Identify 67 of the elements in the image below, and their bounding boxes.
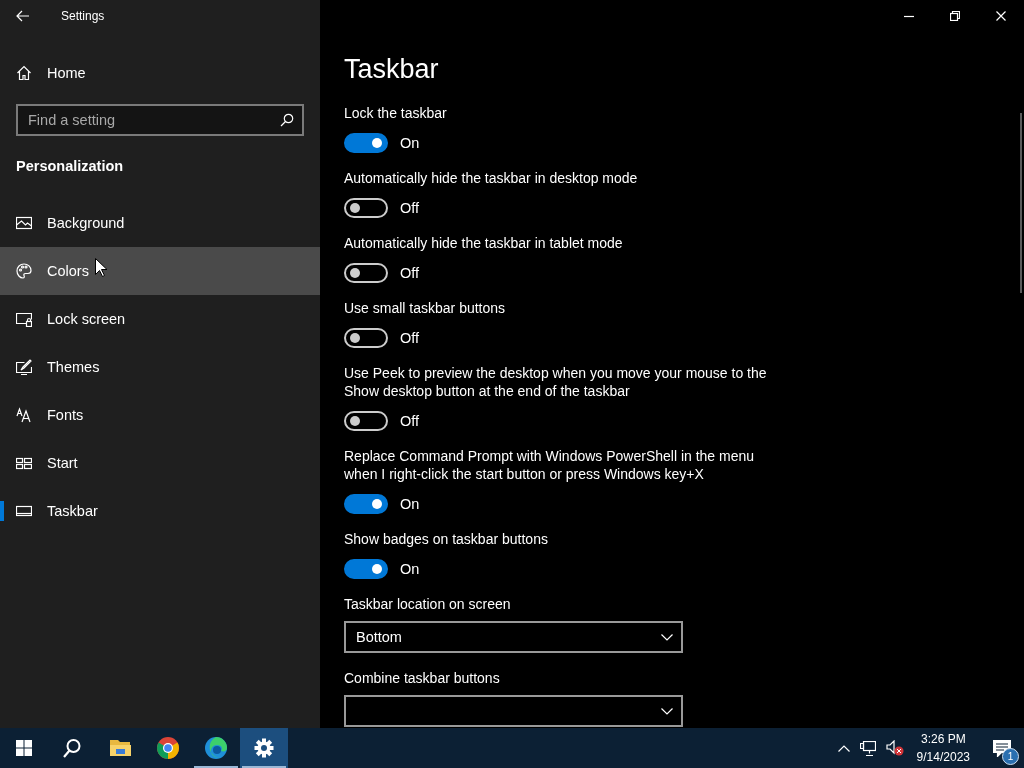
toggle-switch[interactable]	[344, 263, 388, 283]
setting-label: Automatically hide the taskbar in desktop mode	[344, 169, 639, 187]
nav-item[interactable]: Lock screen	[0, 295, 320, 343]
folder-icon	[109, 737, 131, 759]
scrollbar[interactable]	[1020, 113, 1022, 293]
search-icon	[62, 738, 82, 758]
toggle-state: On	[400, 496, 420, 512]
section-heading: Personalization	[16, 158, 125, 174]
nav-item[interactable]: Start	[0, 439, 320, 487]
toggle-switch[interactable]	[344, 198, 388, 218]
setting-label: Automatically hide the taskbar in tablet mode	[344, 234, 624, 252]
chevron-down-icon	[661, 633, 673, 641]
setting-label: Taskbar location on screen	[344, 595, 512, 613]
taskbar-icon	[16, 503, 32, 519]
chevron-up-icon[interactable]	[837, 744, 850, 752]
dropdown[interactable]: Bottom	[344, 621, 683, 653]
toggle-state: On	[400, 561, 420, 577]
setting-label: Replace Command Prompt with Windows PowerShell in the menu when I right-click the start button or press Windows key+X	[344, 447, 756, 483]
gear-icon	[254, 738, 274, 758]
chevron-down-icon	[661, 707, 673, 715]
setting-label: Use Peek to preview the desktop when you move your mouse to the Show desktop button at the end of the taskbar	[344, 364, 768, 400]
font-icon	[16, 407, 32, 423]
count-badge: 1	[1002, 748, 1019, 765]
taskbar-app[interactable]	[240, 728, 288, 768]
home-icon	[16, 65, 32, 81]
tiles-icon	[16, 455, 32, 471]
setting-label: Use small taskbar buttons	[344, 299, 507, 317]
search-field[interactable]: Find a setting	[16, 104, 304, 136]
toggle-switch[interactable]	[344, 494, 388, 514]
nav-item[interactable]: Themes	[0, 343, 320, 391]
lock-screen-icon	[16, 311, 32, 327]
toggle-state: Off	[400, 265, 420, 281]
notifications-button[interactable]: 1	[980, 728, 1024, 768]
toggle-switch[interactable]	[344, 411, 388, 431]
close-icon	[996, 11, 1006, 21]
windows-logo-icon	[16, 740, 32, 756]
picture-icon	[16, 215, 32, 231]
toggle-switch[interactable]	[344, 559, 388, 579]
clock-date: 9/14/2023	[916, 749, 970, 766]
edge-icon	[205, 737, 227, 759]
toggle-state: Off	[400, 330, 420, 346]
muted-speaker-icon[interactable]	[885, 740, 904, 756]
toggle-switch[interactable]	[344, 133, 388, 153]
restore-icon	[950, 11, 960, 21]
home-link[interactable]: Home	[0, 49, 320, 97]
search-icon	[280, 113, 294, 127]
toggle-state: On	[400, 135, 420, 151]
window-title: Settings	[61, 9, 105, 23]
setting-label: Lock the taskbar	[344, 104, 448, 122]
nav-item[interactable]: Fonts	[0, 391, 320, 439]
setting-label: Show badges on taskbar buttons	[344, 530, 549, 548]
back-arrow-icon	[16, 10, 30, 22]
setting-label: Combine taskbar buttons	[344, 669, 501, 687]
palette-icon	[16, 263, 32, 279]
network-icon[interactable]	[859, 740, 876, 756]
toggle-switch[interactable]	[344, 328, 388, 348]
nav-item[interactable]: Colors	[0, 247, 320, 295]
chrome-icon	[157, 737, 179, 759]
nav-item[interactable]: Background	[0, 199, 320, 247]
nav-item[interactable]: Taskbar	[0, 487, 320, 535]
cursor-icon	[95, 258, 107, 277]
brush-monitor-icon	[16, 359, 32, 375]
dropdown[interactable]	[344, 695, 683, 727]
clock-time: 3:26 PM	[920, 731, 966, 748]
page-title: Taskbar	[344, 54, 440, 85]
toggle-state: Off	[400, 413, 420, 429]
toggle-state: Off	[400, 200, 420, 216]
